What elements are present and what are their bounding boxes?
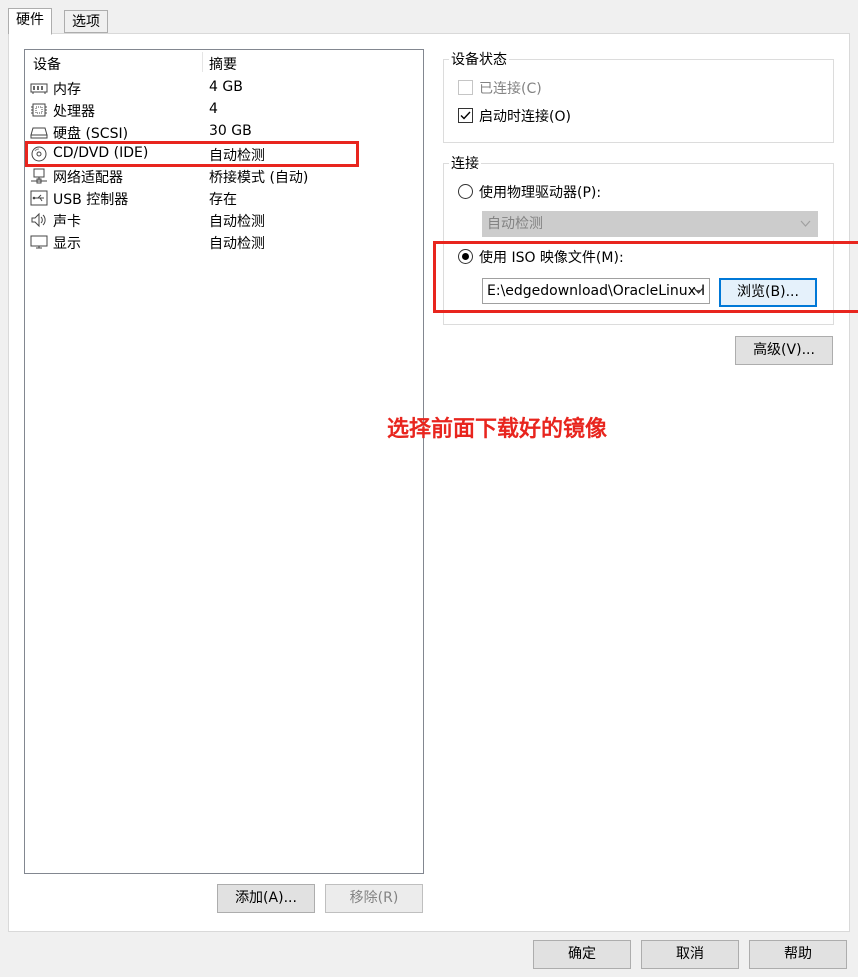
device-status-title: 设备状态	[449, 49, 509, 69]
remove-device-button[interactable]: 移除(R)	[325, 884, 423, 913]
device-summary: 30 GB	[209, 123, 252, 139]
device-summary: 存在	[209, 192, 237, 208]
device-name: 网络适配器	[53, 170, 123, 186]
cpu-icon	[31, 103, 47, 117]
network-adapter-icon	[31, 168, 47, 184]
memory-icon	[30, 83, 48, 94]
cd-dvd-highlight-box	[25, 141, 359, 167]
device-name: 内存	[53, 82, 81, 98]
physical-drive-label: 使用物理驱动器(P):	[479, 185, 602, 201]
add-device-button[interactable]: 添加(A)...	[217, 884, 315, 913]
column-header-summary[interactable]: 摘要	[209, 54, 237, 74]
iso-highlight-box	[433, 241, 858, 313]
physical-drive-radio[interactable]	[458, 184, 473, 199]
checkmark-icon	[460, 111, 471, 120]
hard-disk-icon	[30, 127, 48, 139]
device-row-display[interactable]: 显示 自动检测	[25, 231, 423, 253]
device-row-processor[interactable]: 处理器 4	[25, 99, 423, 121]
connect-at-power-on-checkbox[interactable]	[458, 108, 473, 123]
advanced-button[interactable]: 高级(V)...	[735, 336, 833, 365]
connected-checkbox[interactable]	[458, 80, 473, 95]
device-name: 硬盘 (SCSI)	[53, 126, 129, 142]
chevron-down-icon	[800, 220, 811, 227]
device-row-usb-controller[interactable]: USB 控制器 存在	[25, 187, 423, 209]
device-summary: 4 GB	[209, 79, 243, 95]
device-row-network-adapter[interactable]: 网络适配器 桥接模式 (自动)	[25, 165, 423, 187]
annotation-text: 选择前面下载好的镜像	[387, 417, 608, 442]
device-name: 声卡	[53, 214, 81, 230]
device-row-hard-disk[interactable]: 硬盘 (SCSI) 30 GB	[25, 121, 423, 143]
device-name: 处理器	[53, 104, 95, 120]
device-status-group	[443, 59, 834, 143]
connection-title: 连接	[449, 153, 481, 173]
tab-hardware[interactable]: 硬件	[8, 8, 52, 35]
tab-options[interactable]: 选项	[64, 10, 108, 33]
device-list[interactable]: 设备 摘要 内存 4 GB 处理器 4 硬盘 (SCSI) 30 GB CD/D…	[24, 49, 424, 874]
column-header-device[interactable]: 设备	[33, 54, 61, 74]
monitor-icon	[30, 235, 48, 249]
device-list-header: 设备 摘要	[25, 50, 423, 74]
connect-at-power-on-label: 启动时连接(O)	[479, 109, 571, 125]
connected-label: 已连接(C)	[479, 81, 542, 97]
physical-drive-dropdown-value: 自动检测	[487, 216, 543, 232]
ok-button[interactable]: 确定	[533, 940, 631, 969]
device-name: USB 控制器	[53, 192, 129, 208]
device-summary: 4	[209, 101, 218, 117]
usb-icon	[30, 190, 48, 206]
device-summary: 自动检测	[209, 214, 265, 230]
device-row-memory[interactable]: 内存 4 GB	[25, 77, 423, 99]
speaker-icon	[31, 212, 46, 228]
column-divider[interactable]	[202, 52, 203, 72]
cancel-button[interactable]: 取消	[641, 940, 739, 969]
help-button[interactable]: 帮助	[749, 940, 847, 969]
device-name: 显示	[53, 236, 81, 252]
device-summary: 桥接模式 (自动)	[209, 170, 309, 186]
device-summary: 自动检测	[209, 236, 265, 252]
device-row-sound-card[interactable]: 声卡 自动检测	[25, 209, 423, 231]
physical-drive-dropdown[interactable]: 自动检测	[482, 211, 818, 237]
